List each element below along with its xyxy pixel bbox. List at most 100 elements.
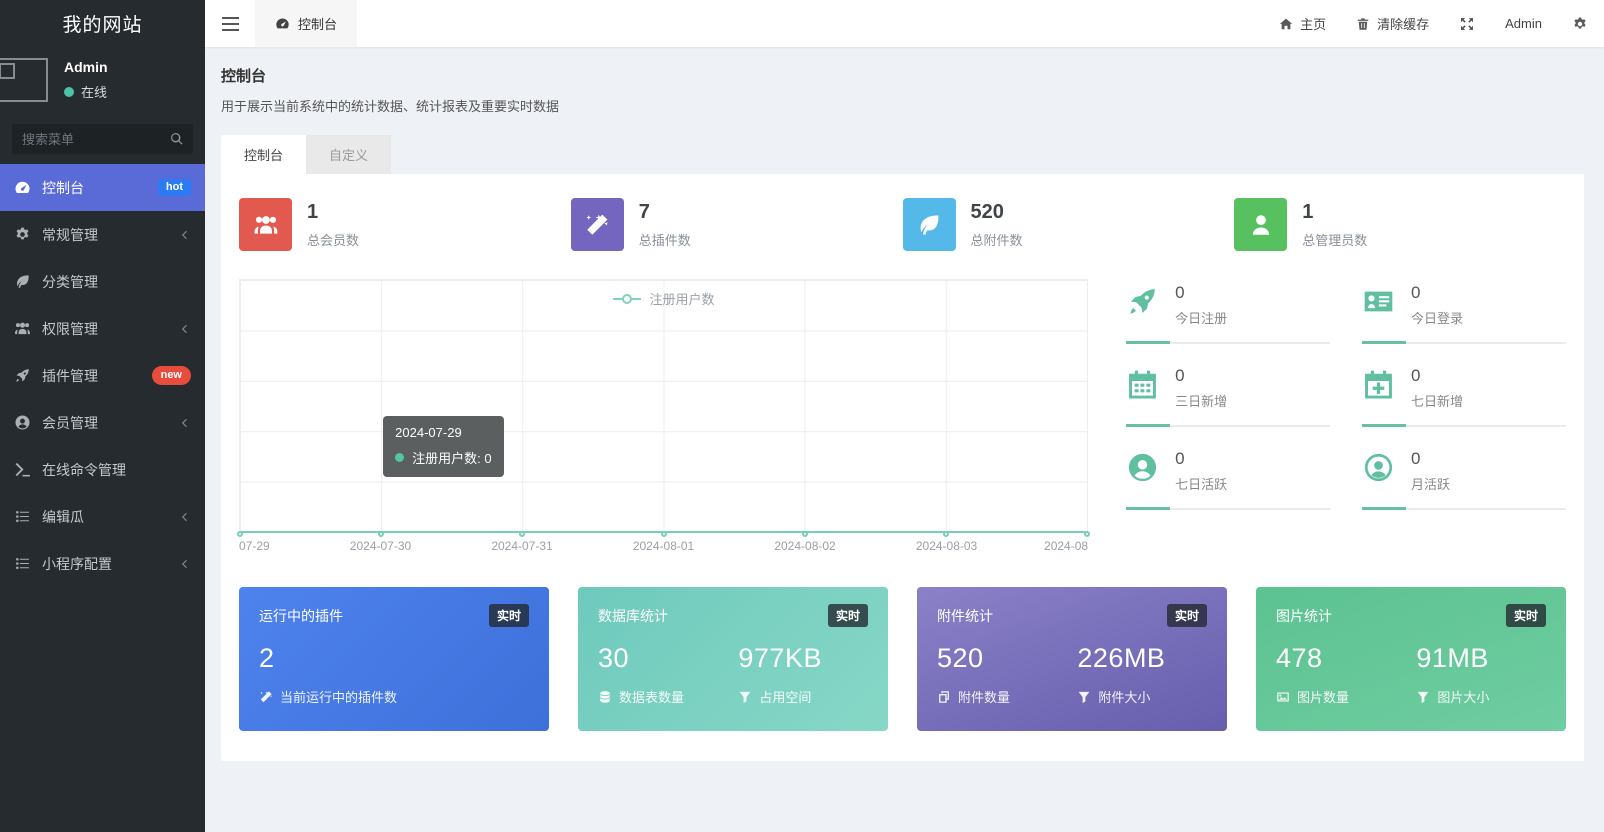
tab-custom[interactable]: 自定义 — [306, 135, 391, 174]
filter-icon — [738, 690, 752, 704]
copy-icon — [937, 690, 951, 704]
user-menu[interactable]: Admin — [1505, 16, 1542, 31]
sidebar-item-addon[interactable]: 插件管理 new — [0, 352, 205, 399]
chart-tooltip: 2024-07-29 注册用户数: 0 — [383, 416, 503, 477]
card-running-addons: 运行中的插件 实时 2 当前运行中的插件数 — [239, 587, 549, 731]
chevron-left-icon — [179, 558, 191, 570]
progress-bar — [1362, 425, 1566, 427]
clear-cache-button[interactable]: 清除缓存 — [1356, 14, 1429, 33]
search-icon[interactable] — [169, 131, 184, 146]
x-tick-label: 2024-08-03 — [916, 539, 977, 553]
card-value: 520 — [937, 643, 1077, 674]
sidebar-item-command[interactable]: 在线命令管理 — [0, 446, 205, 493]
fullscreen-button[interactable] — [1459, 16, 1475, 32]
summary-cards-row: 运行中的插件 实时 2 当前运行中的插件数 — [239, 587, 1566, 731]
realtime-badge: 实时 — [489, 604, 529, 627]
list-icon — [14, 555, 31, 572]
home-icon — [1279, 17, 1293, 31]
x-tick-label: 07-29 — [239, 539, 270, 553]
x-tick-label: 2024-07-30 — [350, 539, 411, 553]
card-value: 226MB — [1077, 643, 1207, 674]
chevron-left-icon — [179, 417, 191, 429]
x-tick-label: 2024-08-02 — [774, 539, 835, 553]
chevron-left-icon — [179, 323, 191, 335]
dashboard-panel: 1 总会员数 7 总插件数 520 — [221, 174, 1584, 761]
sidebar-item-miniprogram[interactable]: 小程序配置 — [0, 540, 205, 587]
sidebar: 我的网站 Admin 在线 控制台 hot 常规管理 — [0, 0, 205, 832]
card-title: 数据库统计 — [598, 606, 668, 626]
home-link[interactable]: 主页 — [1279, 14, 1326, 33]
realtime-badge: 实时 — [1167, 604, 1207, 627]
user-circle-solid-icon — [1126, 451, 1159, 484]
leaf-icon — [14, 273, 31, 290]
settings-button[interactable] — [1572, 16, 1588, 32]
sidebar-item-auth[interactable]: 权限管理 — [0, 305, 205, 352]
leaf-icon — [903, 198, 956, 251]
stat-label: 总会员数 — [307, 230, 359, 249]
sidebar-item-member[interactable]: 会员管理 — [0, 399, 205, 446]
avatar[interactable] — [0, 58, 48, 102]
trash-icon — [1356, 17, 1370, 31]
user-circle-icon — [14, 414, 31, 431]
stats-row: 1 总会员数 7 总插件数 520 — [239, 198, 1566, 251]
chart-x-axis: 07-29 2024-07-30 2024-07-31 2024-08-01 2… — [239, 539, 1088, 557]
sidebar-item-category[interactable]: 分类管理 — [0, 258, 205, 305]
gears-icon — [1572, 16, 1588, 32]
tab-dashboard[interactable]: 控制台 — [221, 135, 306, 174]
sidebar-item-dashboard[interactable]: 控制台 hot — [0, 164, 205, 211]
page-title: 控制台 — [221, 65, 1584, 86]
search-input[interactable] — [12, 124, 193, 154]
mini-stats-grid: 0 今日注册 0 今日登录 — [1126, 279, 1566, 557]
image-icon — [1276, 690, 1290, 704]
card-value: 91MB — [1416, 643, 1546, 674]
main-area: 控制台 主页 清除缓存 Admin — [205, 0, 1604, 832]
mini-stat-3day-new: 0 三日新增 — [1126, 366, 1330, 427]
menu-search — [12, 124, 193, 154]
sidebar-toggle-button[interactable] — [205, 0, 255, 47]
dashboard-icon — [14, 179, 31, 196]
id-card-icon — [1362, 285, 1395, 318]
legend-line-marker-icon — [613, 298, 641, 300]
x-tick-label: 2024-08-01 — [633, 539, 694, 553]
gears-icon — [14, 226, 31, 243]
progress-bar — [1126, 508, 1330, 510]
card-title: 图片统计 — [1276, 606, 1332, 626]
sidebar-menu: 控制台 hot 常规管理 分类管理 权限管理 插件管理 new — [0, 164, 205, 832]
chart-point — [943, 531, 949, 537]
chevron-left-icon — [179, 511, 191, 523]
sidebar-item-general[interactable]: 常规管理 — [0, 211, 205, 258]
dashboard-icon — [275, 16, 290, 31]
stat-total-attachments: 520 总附件数 — [903, 198, 1235, 251]
chart-plot-area[interactable]: 注册用户数 2024-07-29 — [239, 279, 1088, 532]
card-image-stats: 图片统计 实时 478 图片数量 — [1256, 587, 1566, 731]
realtime-badge: 实时 — [828, 604, 868, 627]
user-name: Admin — [64, 59, 108, 75]
user-status: 在线 — [81, 82, 107, 101]
filter-icon — [1077, 690, 1091, 704]
terminal-icon — [14, 461, 31, 478]
chart-point — [519, 531, 525, 537]
expand-icon — [1459, 16, 1475, 32]
card-value: 977KB — [738, 643, 868, 674]
sidebar-item-editor[interactable]: 编辑瓜 — [0, 493, 205, 540]
card-title: 运行中的插件 — [259, 606, 343, 626]
users-group-icon — [14, 320, 31, 337]
stat-total-members: 1 总会员数 — [239, 198, 571, 251]
card-database-stats: 数据库统计 实时 30 数据表数量 — [578, 587, 888, 731]
stat-label: 总管理员数 — [1302, 230, 1367, 249]
chart-point — [661, 531, 667, 537]
site-title: 我的网站 — [0, 0, 205, 52]
stat-total-addons: 7 总插件数 — [571, 198, 903, 251]
users-group-icon — [239, 198, 292, 251]
card-title: 附件统计 — [937, 606, 993, 626]
topbar-tab-dashboard[interactable]: 控制台 — [255, 0, 357, 47]
x-tick-label: 2024-08 — [1044, 539, 1088, 553]
tooltip-date: 2024-07-29 — [395, 425, 491, 440]
chart-legend[interactable]: 注册用户数 — [613, 289, 715, 308]
registrations-chart: 注册用户数 2024-07-29 — [239, 279, 1088, 557]
list-icon — [14, 508, 31, 525]
hamburger-icon — [222, 17, 239, 31]
magic-wand-icon — [571, 198, 624, 251]
card-attachment-stats: 附件统计 实时 520 附件数量 — [917, 587, 1227, 731]
hot-badge: hot — [158, 179, 191, 196]
